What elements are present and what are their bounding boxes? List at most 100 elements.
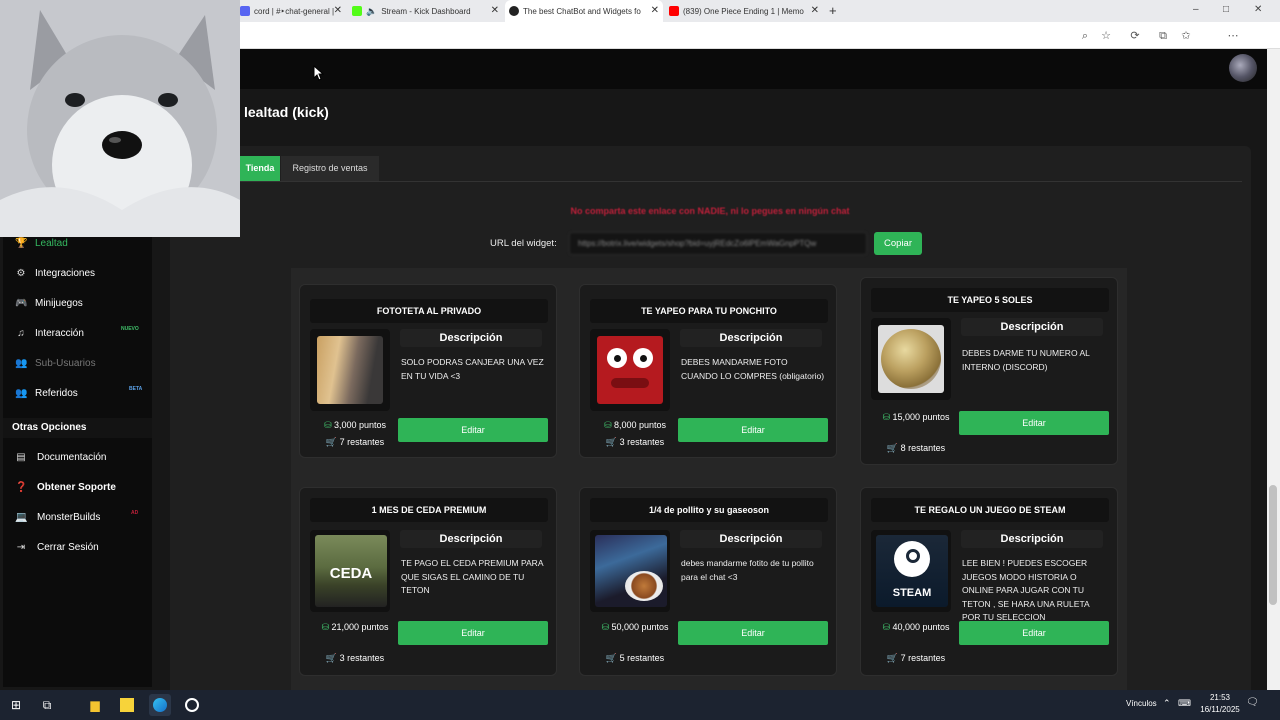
edit-button[interactable]: Editar [959, 621, 1109, 645]
description-title: Descripción [400, 329, 542, 347]
edit-button[interactable]: Editar [398, 418, 548, 442]
laptop-icon: 💻 [15, 511, 28, 523]
item-description: LEE BIEN ! PUEDES ESCOGER JUEGOS MODO HI… [962, 558, 1090, 622]
item-points: ⛁ 8,000 puntos [603, 420, 667, 430]
maximize-button[interactable]: □ [1223, 4, 1229, 15]
browser-tab-kick[interactable]: 🔈 Stream - Kick Dashboard ✕ [348, 0, 503, 22]
cart-icon: 🛒 [605, 653, 618, 663]
minimize-button[interactable]: – [1193, 4, 1199, 15]
steam-thumbnail: STEAM [871, 530, 951, 612]
obs-icon[interactable] [181, 694, 203, 716]
trophy-icon: 🏆 [15, 237, 28, 249]
gear-icon: ⚙ [16, 267, 26, 279]
item-points: ⛁ 15,000 puntos [882, 412, 950, 422]
edge-browser-icon[interactable] [149, 694, 171, 716]
browser-tab-discord[interactable]: cord | #‣chat-general | ✕ [236, 0, 346, 22]
sidebar-item-label: Integraciones [35, 267, 96, 279]
music-icon: ♫ [17, 327, 25, 339]
item-title: TE REGALO UN JUEGO DE STEAM [871, 498, 1109, 522]
tray-links-label[interactable]: Vínculos [1126, 699, 1157, 708]
notification-icon[interactable]: 🗨 [1246, 697, 1259, 708]
item-remaining: 🛒 7 restantes [886, 653, 946, 663]
copy-button[interactable]: Copiar [874, 232, 922, 255]
coins-icon: ⛁ [882, 622, 890, 632]
chevron-up-icon[interactable]: ⌃ [1163, 698, 1171, 709]
edit-button[interactable]: Editar [959, 411, 1109, 435]
help-icon: ❓ [15, 481, 28, 493]
sidebar-item-integraciones[interactable]: ⚙ Integraciones [15, 264, 96, 282]
browser-tab-botrix[interactable]: The best ChatBot and Widgets fo ✕ [505, 0, 663, 22]
store-item-card: TE YAPEO 5 SOLES Descripción DEBES DARME… [860, 277, 1118, 465]
item-description: DEBES DARME TU NUMERO AL INTERNO (DISCOR… [962, 348, 1090, 372]
item-title: 1 MES DE CEDA PREMIUM [310, 498, 548, 522]
task-view-icon[interactable]: ⧉ [36, 694, 58, 716]
coins-icon: ⛁ [603, 420, 612, 430]
sticky-notes-icon[interactable] [116, 694, 138, 716]
description-title: Descripción [961, 530, 1103, 548]
item-description: SOLO PODRAS CANJEAR UNA VEZ EN TU VIDA <… [401, 357, 544, 381]
sidebar-item-documentacion[interactable]: ▤ Documentación [15, 448, 106, 466]
cart-icon: 🛒 [886, 653, 899, 663]
close-icon[interactable]: ✕ [334, 5, 342, 16]
favorites-icon[interactable]: ✩ [1179, 29, 1193, 43]
sidebar-item-minijuegos[interactable]: 🎮 Minijuegos [15, 294, 83, 312]
sidebar-item-label: Obtener Soporte [37, 481, 116, 493]
url-input[interactable] [230, 26, 1090, 45]
keyboard-icon[interactable]: ⌨ [1178, 698, 1191, 709]
item-points: ⛁ 50,000 puntos [601, 622, 669, 632]
tab-registro-ventas[interactable]: Registro de ventas [281, 156, 379, 181]
steam-logo-text: STEAM [892, 587, 932, 599]
description-title: Descripción [961, 318, 1103, 336]
new-badge: NUEVO [121, 326, 139, 332]
close-icon[interactable]: ✕ [811, 5, 819, 16]
sidebar-item-label: Interacción [35, 327, 84, 339]
extensions-icon[interactable]: ⟳ [1128, 29, 1142, 43]
item-description: debes mandarme fotito de tu pollito para… [681, 558, 814, 582]
section-title-otras-opciones: Otras Opciones [3, 418, 152, 438]
sidebar-item-label: MonsterBuilds [37, 511, 101, 523]
close-icon[interactable]: ✕ [491, 5, 499, 16]
browser-tab-youtube[interactable]: (839) One Piece Ending 1 | Memo ✕ [665, 0, 823, 22]
sidebar-item-sub-usuarios[interactable]: 👥 Sub-Usuarios [15, 354, 96, 372]
cart-icon: 🛒 [886, 443, 899, 453]
windows-start-icon[interactable]: ⊞ [5, 694, 27, 716]
avatar[interactable] [1229, 54, 1257, 82]
menu-dots-icon[interactable]: ⋯ [1226, 29, 1240, 43]
window-close-button[interactable]: ✕ [1254, 4, 1262, 15]
split-screen-icon[interactable]: ⧉ [1156, 29, 1170, 43]
sidebar-item-label: Referidos [35, 387, 78, 399]
tab-tienda[interactable]: Tienda [240, 156, 280, 181]
store-item-card: TE YAPEO PARA TU PONCHITO Descripción DE… [579, 284, 837, 458]
sidebar-item-monsterbuilds[interactable]: 💻 MonsterBuilds [15, 508, 100, 526]
edit-button[interactable]: Editar [678, 418, 828, 442]
item-remaining: 🛒 8 restantes [886, 443, 946, 453]
sidebar-item-referidos[interactable]: 👥 Referidos [15, 384, 78, 402]
sidebar-item-cerrar-sesion[interactable]: ⇥ Cerrar Sesión [15, 538, 99, 556]
chicken-thumbnail [590, 530, 670, 612]
cart-icon: 🛒 [325, 653, 338, 663]
file-explorer-icon[interactable]: ▆ [84, 694, 106, 716]
widget-url-field[interactable] [569, 232, 867, 255]
new-tab-button[interactable]: + [829, 3, 837, 18]
favorite-star-icon[interactable]: ☆ [1099, 29, 1113, 43]
clock-date: 16/11/2025 [1200, 705, 1240, 714]
edit-button[interactable]: Editar [678, 621, 828, 645]
scrollbar-thumb[interactable] [1269, 485, 1277, 605]
tab-label: cord | #‣chat-general | [254, 6, 335, 16]
sidebar-item-soporte[interactable]: ❓ Obtener Soporte [15, 478, 116, 496]
wolf-image [0, 0, 240, 237]
widget-url-label: URL del widget: [490, 238, 557, 249]
red-character-thumbnail [590, 329, 670, 411]
item-description: DEBES MANDARME FOTO CUANDO LO COMPRES (o… [681, 357, 825, 381]
users-icon: 👥 [15, 387, 28, 399]
botrix-icon [509, 6, 519, 16]
system-clock[interactable]: 21:53 16/11/2025 [1195, 692, 1245, 716]
sidebar-item-interaccion[interactable]: ♫ Interacción [15, 324, 84, 342]
close-icon[interactable]: ✕ [651, 5, 659, 16]
zoom-icon[interactable]: ⌕ [1078, 29, 1092, 43]
store-item-card: 1 MES DE CEDA PREMIUM CEDA Descripción T… [299, 487, 557, 676]
cart-icon: 🛒 [605, 437, 618, 447]
edit-button[interactable]: Editar [398, 621, 548, 645]
kick-icon [352, 6, 362, 16]
gamepad-icon: 🎮 [15, 297, 28, 309]
